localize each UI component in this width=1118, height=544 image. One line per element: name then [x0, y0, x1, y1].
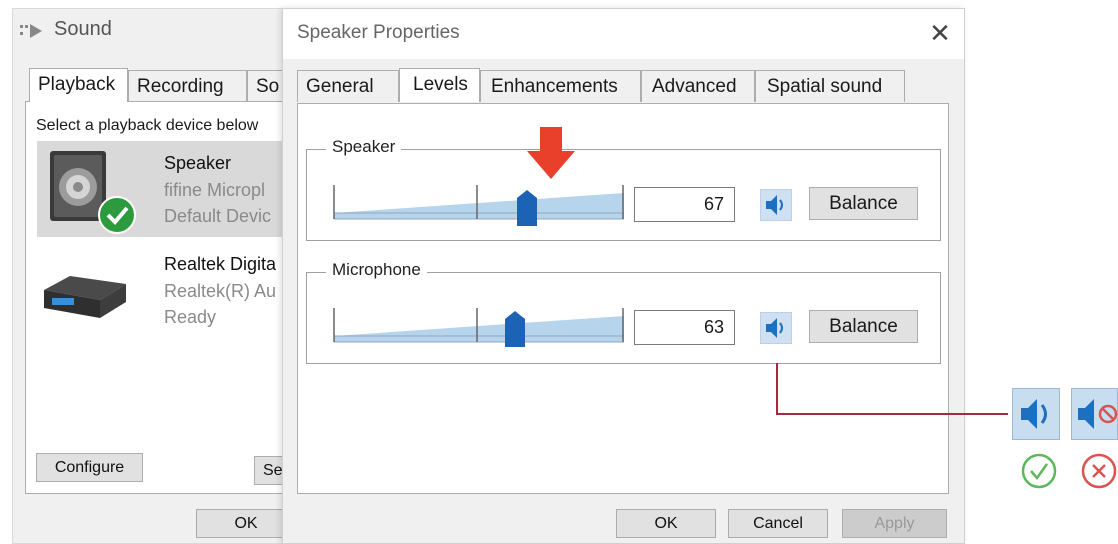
speaker-volume-slider[interactable] [332, 183, 626, 225]
microphone-slider-thumb[interactable] [505, 311, 526, 347]
check-circle-icon [1021, 453, 1057, 489]
microphone-balance-button[interactable]: Balance [809, 310, 918, 343]
microphone-level-value[interactable]: 63 [634, 310, 735, 345]
callout-unmuted-box [1012, 388, 1060, 440]
tab-enhancements[interactable]: Enhancements [480, 70, 641, 102]
set-default-button[interactable]: Se [254, 456, 284, 485]
speaker-level-value[interactable]: 67 [634, 187, 735, 222]
callout-muted-box [1071, 388, 1118, 440]
close-button[interactable]: ✕ [926, 20, 954, 48]
tab-spatial-sound[interactable]: Spatial sound [755, 70, 905, 102]
sound-ok-button[interactable]: OK [196, 509, 296, 538]
microphone-group-label: Microphone [326, 260, 427, 280]
callout-connector-horizontal [776, 413, 1008, 415]
tab-playback[interactable]: Playback [29, 68, 128, 102]
speaker-group-label: Speaker [326, 137, 402, 157]
speaker-unmuted-icon [766, 318, 783, 338]
tab-general[interactable]: General [297, 70, 399, 102]
tab-levels[interactable]: Levels [399, 68, 480, 102]
tab-recording[interactable]: Recording [128, 70, 247, 102]
device-status-speaker: Default Devic [164, 206, 272, 226]
device-desc-realtek: Realtek(R) Au [164, 281, 277, 301]
speaker-muted-icon [1078, 399, 1118, 429]
apply-button[interactable]: Apply [842, 509, 947, 538]
speaker-balance-button[interactable]: Balance [809, 187, 918, 220]
speaker-slider-thumb[interactable] [516, 190, 537, 226]
tab-sounds[interactable]: So [247, 70, 283, 102]
sound-window-title: Sound [54, 18, 112, 40]
configure-button[interactable]: Configure [36, 453, 143, 482]
speaker-unmuted-icon [766, 195, 783, 215]
device-desc-speaker: fifine Micropl [164, 180, 266, 200]
speaker-mute-button[interactable] [760, 189, 792, 221]
cancel-button[interactable]: Cancel [728, 509, 828, 538]
red-pointer-arrow-icon [527, 127, 575, 179]
speaker-properties-title: Speaker Properties [297, 22, 460, 43]
ok-button[interactable]: OK [616, 509, 716, 538]
sound-app-icon [20, 24, 42, 38]
device-status-realtek: Ready [164, 307, 217, 327]
digital-output-device-icon [44, 276, 126, 318]
microphone-mute-button[interactable] [760, 312, 792, 344]
speaker-unmuted-icon [1021, 399, 1047, 429]
tab-advanced[interactable]: Advanced [641, 70, 755, 102]
default-device-check-icon [98, 196, 136, 234]
callout-connector-vertical [776, 363, 778, 415]
device-name-speaker: Speaker [164, 153, 232, 173]
playback-instruction: Select a playback device below [36, 117, 259, 134]
microphone-volume-slider[interactable] [332, 306, 626, 348]
x-circle-icon [1081, 453, 1117, 489]
device-name-realtek: Realtek Digita [164, 254, 277, 274]
